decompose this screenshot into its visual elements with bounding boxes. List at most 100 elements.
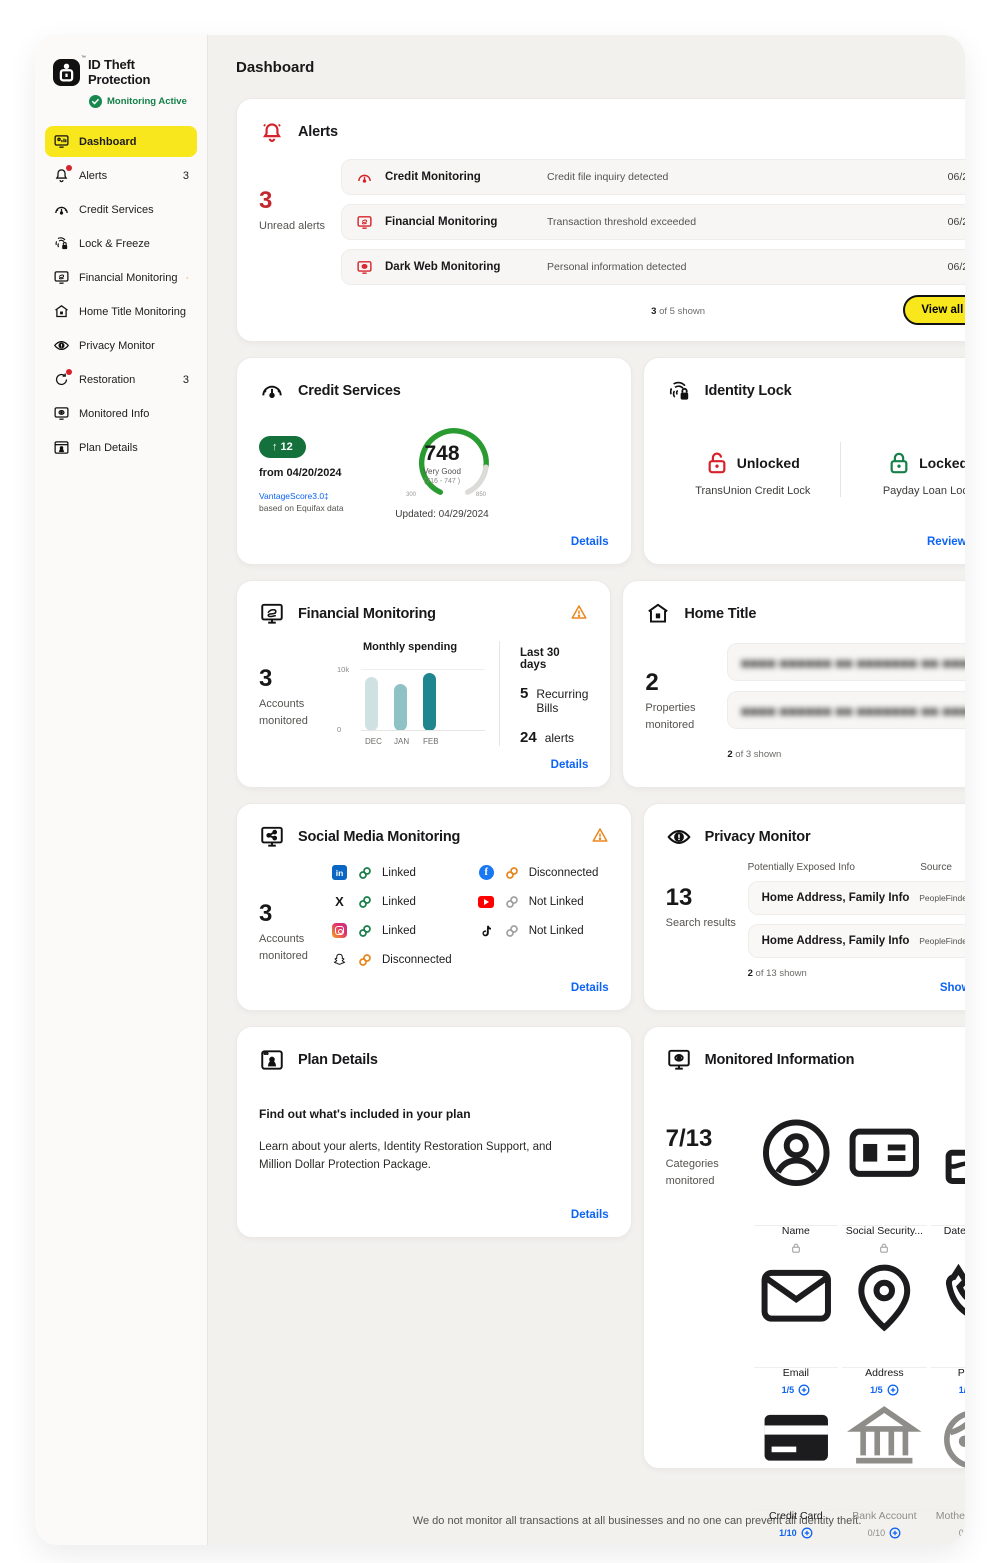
privacy-shown-count: 2 of 13 shown bbox=[748, 968, 965, 979]
social-row-linkedin[interactable]: in Linked bbox=[331, 864, 452, 881]
alert-date: 06/29/2022 bbox=[948, 261, 965, 273]
vantagescore-link[interactable]: VantageScore3.0‡ bbox=[259, 491, 394, 501]
lock-name: TransUnion Credit Lock bbox=[666, 485, 840, 497]
category-mothers-maiden[interactable]: Mother's Maid... 0/1 bbox=[931, 1368, 965, 1511]
gauge-min-label: 300 bbox=[406, 492, 416, 498]
birthday-cake-icon bbox=[931, 1202, 965, 1219]
monitoring-status: Monitoring Active bbox=[89, 95, 197, 108]
monitor-share-icon bbox=[259, 824, 285, 850]
payday-lock-section[interactable]: Locked Payday Loan Lock bbox=[840, 442, 965, 497]
x-tick: JAN bbox=[394, 737, 407, 746]
category-insurance[interactable]: Insurance 0/10 bbox=[842, 1511, 927, 1545]
bell-icon bbox=[53, 167, 70, 184]
social-row-instagram[interactable]: Linked bbox=[331, 922, 452, 939]
sidebar-item-label: Restoration bbox=[79, 374, 174, 386]
properties-monitored-count: 2 bbox=[645, 669, 727, 697]
sidebar-item-lock-freeze[interactable]: Lock & Freeze bbox=[45, 228, 197, 259]
sidebar: ™ ID Theft Protection Monitoring Active … bbox=[35, 35, 208, 1545]
view-all-alerts-button[interactable]: View all alerts bbox=[903, 295, 965, 325]
youtube-icon bbox=[478, 893, 495, 910]
monitored-information-title: Monitored Information bbox=[705, 1052, 855, 1068]
category-social-security[interactable]: Social Security... bbox=[842, 1083, 927, 1226]
main-content: Dashboard Alerts 3 Unread alerts Credit … bbox=[208, 35, 965, 1545]
alert-row-dark-web-monitoring[interactable]: Dark Web Monitoring Personal information… bbox=[341, 249, 965, 285]
financial-details-link[interactable]: Details bbox=[551, 759, 589, 771]
alerts-label: alerts bbox=[545, 731, 574, 745]
sidebar-item-monitored-info[interactable]: Monitored Info bbox=[45, 398, 197, 429]
dashboard-icon bbox=[53, 133, 70, 150]
transunion-lock-section[interactable]: Unlocked TransUnion Credit Lock bbox=[666, 442, 840, 497]
x-tick: DEC bbox=[365, 737, 378, 746]
social-media-card: Social Media Monitoring 3 Accounts monit… bbox=[236, 803, 632, 1011]
window-person-lock-icon bbox=[259, 1047, 285, 1073]
trademark: ™ bbox=[81, 55, 86, 61]
last-30-days-label: Last 30 days bbox=[520, 647, 588, 671]
category-phone[interactable]: Phone 1/5 bbox=[931, 1226, 965, 1369]
sidebar-item-dashboard[interactable]: Dashboard bbox=[45, 126, 197, 157]
alerts-count-badge: 3 bbox=[183, 170, 189, 182]
exposed-info: Home Address, Family Info bbox=[762, 892, 920, 904]
category-credit-card[interactable]: Credit Card 1/10 bbox=[754, 1368, 839, 1511]
snapchat-icon bbox=[331, 951, 348, 968]
sidebar-item-label: Credit Services bbox=[79, 204, 189, 216]
exposed-source: PeopleFinders.com bbox=[919, 893, 965, 903]
alerts-card: Alerts 3 Unread alerts Credit Monitoring… bbox=[236, 98, 965, 342]
privacy-result-row[interactable]: Home Address, Family Info PeopleFinders.… bbox=[748, 881, 965, 915]
home-title-title: Home Title bbox=[684, 606, 756, 622]
lock-status: Locked bbox=[919, 455, 965, 471]
alert-row-credit-monitoring[interactable]: Credit Monitoring Credit file inquiry de… bbox=[341, 159, 965, 195]
sidebar-item-credit-services[interactable]: Credit Services bbox=[45, 194, 197, 225]
y-axis-max: 10k bbox=[337, 665, 349, 674]
y-axis-min: 0 bbox=[337, 725, 341, 734]
social-row-x[interactable]: X Linked bbox=[331, 893, 452, 910]
category-date-of-birth[interactable]: Date of Birth bbox=[931, 1083, 965, 1226]
warning-icon bbox=[570, 603, 588, 621]
link-icon bbox=[505, 924, 519, 938]
category-email[interactable]: Email 1/5 bbox=[754, 1226, 839, 1369]
category-drivers-license[interactable]: Driver's License 0/1 bbox=[754, 1511, 839, 1545]
locked-padlock-icon bbox=[888, 450, 910, 476]
property-row[interactable]: ▅▅▅▅ ▅▅▅▅▅▅ ▅▅ ▅▅▅▅▅▅▅ ▅▅ ▅▅▅▅▅ bbox=[727, 643, 965, 681]
sidebar-item-label: Monitored Info bbox=[79, 408, 189, 420]
search-results-count: 13 bbox=[666, 884, 748, 912]
category-gamer-tag[interactable]: Gamer Tag 0/10 bbox=[931, 1511, 965, 1545]
plan-details-card: Plan Details Find out what's included in… bbox=[236, 1026, 632, 1238]
review-all-locks-link[interactable]: Review all locks bbox=[927, 536, 965, 548]
social-row-snapchat[interactable]: Disconnected bbox=[331, 951, 452, 968]
privacy-result-row[interactable]: Home Address, Family Info PeopleFinders.… bbox=[748, 924, 965, 958]
eye-icon bbox=[53, 337, 70, 354]
social-details-link[interactable]: Details bbox=[571, 982, 609, 994]
show-results-link[interactable]: Show Results bbox=[940, 982, 965, 994]
accounts-monitored-label: Accounts monitored bbox=[259, 696, 331, 729]
sidebar-item-restoration[interactable]: Restoration 3 bbox=[45, 364, 197, 395]
monitor-money-icon bbox=[356, 214, 373, 231]
social-status: Linked bbox=[382, 896, 416, 908]
sidebar-item-label: Alerts bbox=[79, 170, 174, 182]
property-row[interactable]: ▅▅▅▅ ▅▅▅▅▅▅ ▅▅ ▅▅▅▅▅▅▅ ▅▅ ▅▅▅▅▅ bbox=[727, 691, 965, 729]
social-row-facebook[interactable]: f Disconnected bbox=[478, 864, 599, 881]
unread-alerts-label: Unread alerts bbox=[259, 218, 341, 235]
social-row-tiktok[interactable]: Not Linked bbox=[478, 922, 599, 939]
linkedin-icon: in bbox=[331, 864, 348, 881]
sidebar-item-financial-monitoring[interactable]: Financial Monitoring bbox=[45, 262, 197, 293]
score-from-date: from 04/20/2024 bbox=[259, 467, 394, 479]
monitor-eye-icon bbox=[53, 405, 70, 422]
sidebar-item-privacy-monitor[interactable]: Privacy Monitor bbox=[45, 330, 197, 361]
category-name[interactable]: Name bbox=[754, 1083, 839, 1226]
credit-details-link[interactable]: Details bbox=[571, 536, 609, 548]
plan-details-link[interactable]: Details bbox=[571, 1209, 609, 1221]
link-icon bbox=[358, 924, 372, 938]
link-icon bbox=[358, 866, 372, 880]
social-row-youtube[interactable]: Not Linked bbox=[478, 893, 599, 910]
category-address[interactable]: Address 1/5 bbox=[842, 1226, 927, 1369]
alert-row-financial-monitoring[interactable]: Financial Monitoring Transaction thresho… bbox=[341, 204, 965, 240]
sidebar-item-plan-details[interactable]: Plan Details bbox=[45, 432, 197, 463]
sidebar-item-alerts[interactable]: Alerts 3 bbox=[45, 160, 197, 191]
sidebar-item-home-title-monitoring[interactable]: Home Title Monitoring bbox=[45, 296, 197, 327]
link-icon bbox=[358, 953, 372, 967]
instagram-icon bbox=[331, 922, 348, 939]
house-icon bbox=[53, 303, 70, 320]
recurring-bills-label: Recurring Bills bbox=[536, 687, 588, 715]
exposed-info-column-header: Potentially Exposed Info bbox=[748, 862, 921, 873]
category-bank-account[interactable]: Bank Account 0/10 bbox=[842, 1368, 927, 1511]
